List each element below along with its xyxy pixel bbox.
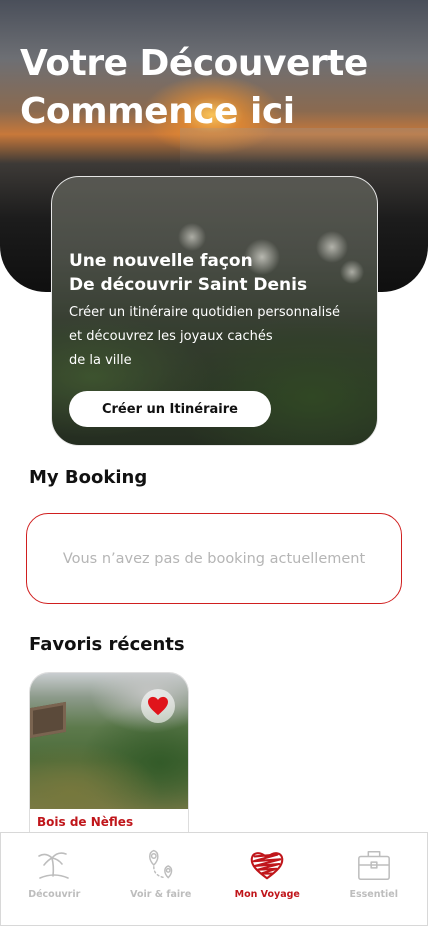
signboard-graphic <box>30 701 66 739</box>
favorite-card[interactable]: Bois de Nèfles <box>29 672 189 837</box>
tab-decouvrir[interactable]: Découvrir <box>1 833 108 925</box>
favorite-name: Bois de Nèfles <box>37 815 134 829</box>
booking-box[interactable]: Vous n’avez pas de booking actuellement <box>26 513 402 604</box>
promo-title: Une nouvelle façon De découvrir Saint De… <box>69 251 308 295</box>
hero-title: Votre Découverte Commence ici <box>20 43 368 132</box>
create-itinerary-button[interactable]: Créer un Itinéraire <box>69 391 271 427</box>
tab-mon-voyage[interactable]: Mon Voyage <box>214 833 321 925</box>
palm-tree-icon <box>36 847 72 883</box>
tab-essentiel[interactable]: Essentiel <box>321 833 428 925</box>
scribble-heart-icon <box>249 847 285 883</box>
recent-favorites-title: Favoris récents <box>29 634 185 655</box>
bottom-tab-bar: Découvrir Voir & faire Mon Voyage Essent… <box>0 832 428 926</box>
heart-icon <box>148 696 168 716</box>
itinerary-promo-card: Une nouvelle façon De découvrir Saint De… <box>51 176 378 446</box>
promo-description: Créer un itinéraire quotidien personnali… <box>69 305 341 368</box>
favorite-toggle-button[interactable] <box>141 689 175 723</box>
my-booking-title: My Booking <box>29 467 148 488</box>
map-pin-route-icon <box>143 847 179 883</box>
booking-empty-message: Vous n’avez pas de booking actuellement <box>62 550 366 567</box>
tab-voir-faire[interactable]: Voir & faire <box>108 833 215 925</box>
suitcase-icon <box>356 847 392 883</box>
